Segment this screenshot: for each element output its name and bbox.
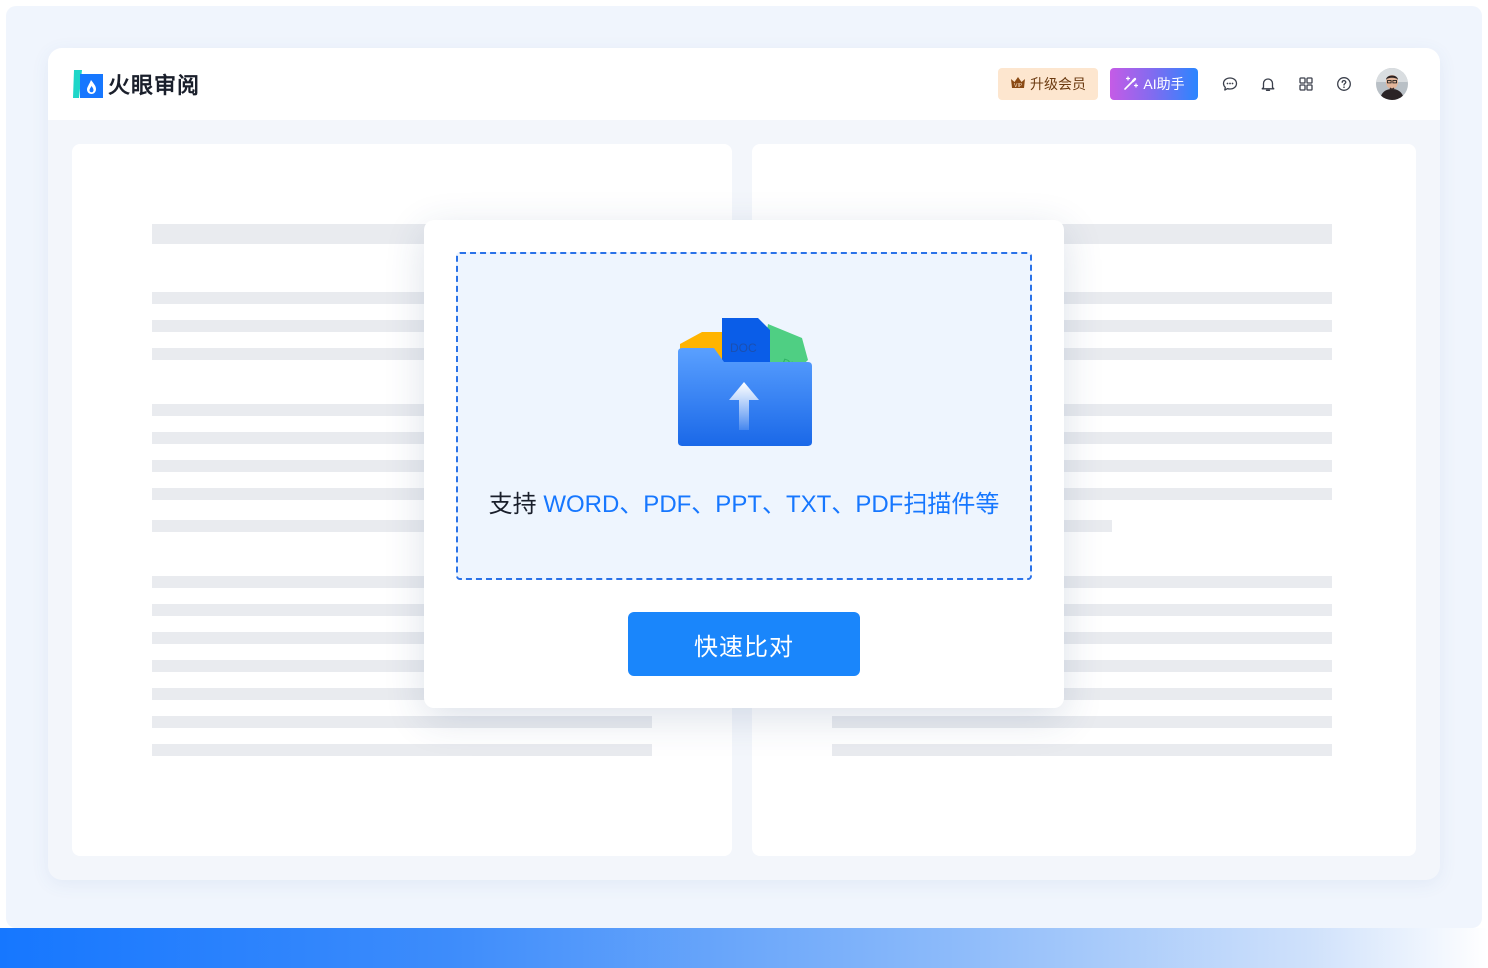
svg-text:VIP: VIP xyxy=(1014,83,1022,89)
magic-wand-icon xyxy=(1123,75,1139,94)
bottom-gradient-bar xyxy=(0,928,1488,968)
ai-label: AI助手 xyxy=(1143,76,1185,92)
logo-mark-icon xyxy=(72,68,104,100)
vip-label: 升级会员 xyxy=(1030,76,1086,92)
vip-crown-icon: VIP xyxy=(1010,76,1026,93)
ai-assistant-button[interactable]: AI助手 xyxy=(1110,68,1198,100)
bell-icon[interactable] xyxy=(1258,74,1278,94)
quick-compare-button[interactable]: 快速比对 xyxy=(628,612,860,676)
placeholder-line xyxy=(152,716,652,728)
supported-formats-text: 支持 WORD、PDF、PPT、TXT、PDF扫描件等 xyxy=(458,484,1030,519)
app-logo[interactable]: 火眼审阅 xyxy=(72,68,200,100)
upgrade-vip-button[interactable]: VIP 升级会员 xyxy=(998,68,1098,100)
support-prefix: 支持 xyxy=(488,491,544,518)
placeholder-line xyxy=(152,744,652,756)
support-formats: WORD、PDF、PPT、TXT、PDF扫描件等 xyxy=(543,491,1000,518)
user-avatar[interactable] xyxy=(1376,68,1408,100)
doc-tag: DOC xyxy=(730,341,757,355)
message-icon[interactable] xyxy=(1220,74,1240,94)
apps-grid-icon[interactable] xyxy=(1296,74,1316,94)
app-title: 火眼审阅 xyxy=(108,73,201,98)
upload-folder-icon: PDF DOC xyxy=(678,318,814,450)
upload-dialog: PDF DOC 支持 WORD、PDF、PPT、TXT、PDF扫描件等 快速比对 xyxy=(424,220,1064,708)
placeholder-line xyxy=(832,744,1332,756)
file-dropzone[interactable]: PDF DOC 支持 WORD、PDF、PPT、TXT、PDF扫描件等 xyxy=(456,252,1032,580)
help-icon[interactable] xyxy=(1334,74,1354,94)
placeholder-line xyxy=(832,716,1332,728)
top-navigation-bar: 火眼审阅 VIP 升级会员 AI助手 xyxy=(48,48,1440,120)
